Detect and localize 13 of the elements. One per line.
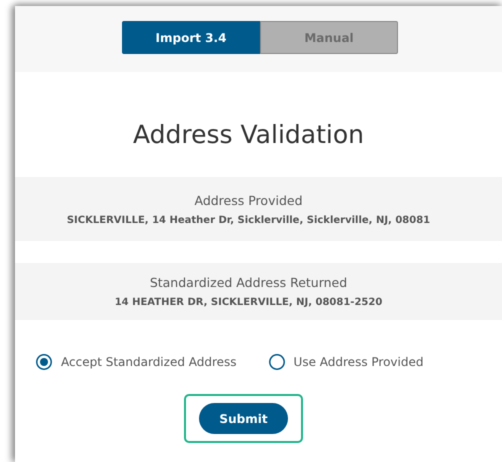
tab[interactable]: Import 3.4 [122, 21, 260, 54]
page-title: Address Validation [132, 120, 365, 151]
submit-button[interactable]: Submit [199, 403, 288, 434]
radio-button[interactable] [268, 354, 285, 370]
radio-button[interactable] [36, 354, 52, 370]
option-label: Accept Standardized Address [61, 355, 237, 369]
radio-option[interactable]: Use Address Provided [268, 354, 424, 370]
address-text: SICKLERVILLE, 14 Heather Dr, Sicklerville, Sicklerville, NJ, 08081 [66, 214, 430, 226]
section-heading: Address Provided [194, 192, 302, 208]
address-text: 14 HEATHER DR, SICKLERVILLE, NJ, 08081-2520 [114, 297, 382, 308]
option-label: Use Address Provided [294, 355, 424, 369]
radio-option[interactable]: Accept Standardized Address [36, 354, 237, 370]
section-heading: Standardized Address Returned [150, 275, 348, 290]
